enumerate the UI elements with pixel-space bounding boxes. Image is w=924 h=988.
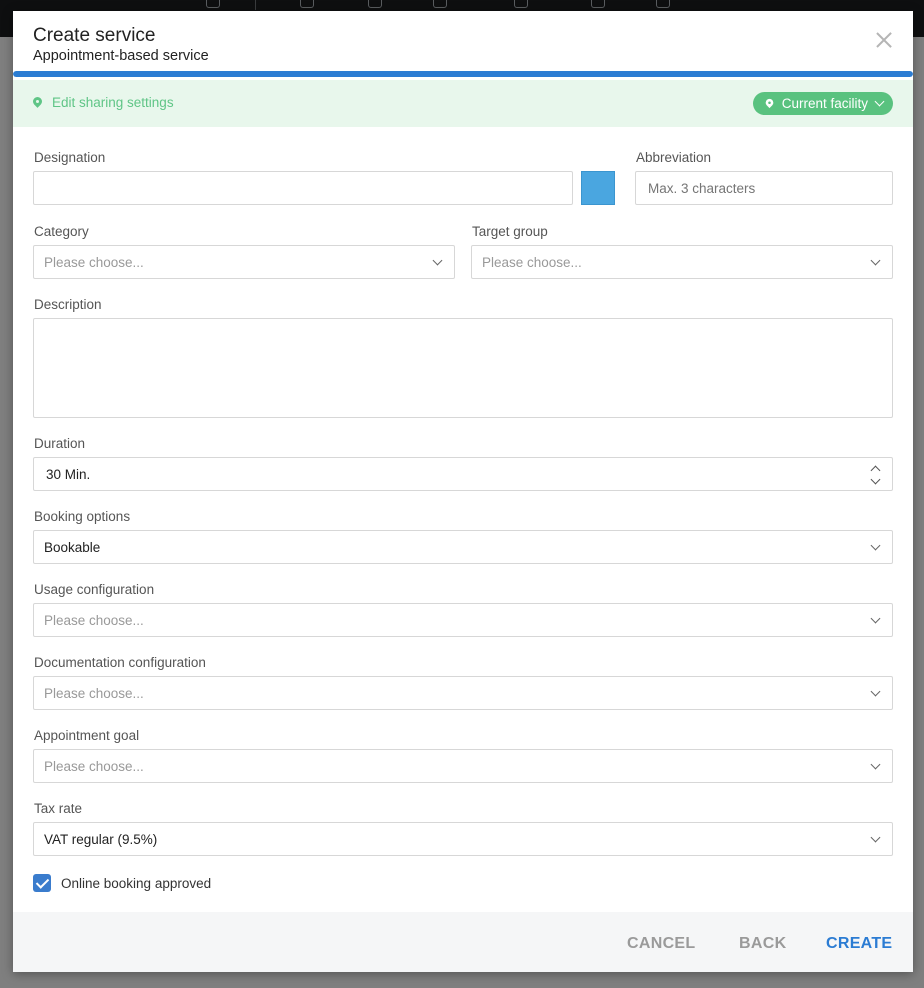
description-textarea[interactable] (33, 318, 893, 418)
document-icon (368, 0, 382, 8)
back-button[interactable]: BACK (739, 935, 786, 953)
duration-spinner[interactable] (870, 462, 882, 488)
documentation-configuration-label: Documentation configuration (34, 655, 206, 670)
booking-options-label: Booking options (34, 509, 131, 524)
calendar-icon (514, 0, 528, 8)
chevron-down-icon (870, 613, 881, 624)
online-booking-row: Online booking approved (33, 874, 211, 892)
designation-input[interactable] (33, 171, 573, 205)
map-pin-icon (765, 98, 773, 108)
chevron-down-icon (870, 540, 881, 551)
chevron-down-icon[interactable] (870, 474, 881, 485)
dialog-header: Create service Appointment-based service (13, 11, 913, 71)
tax-rate-select[interactable]: VAT regular (9.5%) (33, 822, 893, 856)
facility-label: Current facility (781, 96, 868, 111)
usage-configuration-value: Please choose... (44, 612, 144, 628)
chevron-down-icon (870, 255, 881, 266)
appointment-goal-label: Appointment goal (34, 728, 140, 743)
color-picker-swatch[interactable] (581, 171, 615, 205)
chevron-down-icon (870, 686, 881, 697)
sharing-bar: Edit sharing settings Current facility (13, 80, 913, 127)
description-label: Description (34, 297, 102, 312)
facility-dropdown[interactable]: Current facility (752, 92, 893, 115)
bookmark-icon (206, 0, 220, 8)
documentation-configuration-value: Please choose... (44, 685, 144, 701)
category-select-value: Please choose... (44, 254, 144, 270)
category-select[interactable]: Please choose... (33, 245, 455, 279)
chevron-down-icon (870, 832, 881, 843)
tax-rate-label: Tax rate (34, 801, 83, 816)
appointment-goal-value: Please choose... (44, 758, 144, 774)
settings-sliders-icon (656, 0, 670, 8)
dialog-subtitle: Appointment-based service (33, 48, 209, 64)
abbreviation-label: Abbreviation (636, 150, 712, 165)
usage-configuration-label: Usage configuration (34, 582, 155, 597)
dialog-footer: CANCEL BACK CREATE (13, 912, 913, 972)
toolbar-separator (255, 0, 256, 10)
chevron-down-icon (432, 255, 443, 266)
cancel-button[interactable]: CANCEL (627, 935, 695, 953)
target-group-select-value: Please choose... (482, 254, 582, 270)
contact-icon (433, 0, 447, 8)
chevron-down-icon (874, 96, 885, 107)
target-group-label: Target group (472, 224, 548, 239)
close-icon[interactable] (875, 31, 893, 49)
duration-value: 30 Min. (46, 466, 91, 482)
designation-label: Designation (34, 150, 106, 165)
online-booking-checkbox[interactable] (33, 874, 51, 892)
documentation-configuration-select[interactable]: Please choose... (33, 676, 893, 710)
clock-icon (591, 0, 605, 8)
wizard-progress-fill (13, 71, 913, 77)
tax-rate-value: VAT regular (9.5%) (44, 831, 158, 847)
edit-sharing-settings-label: Edit sharing settings (52, 95, 174, 110)
category-label: Category (34, 224, 89, 239)
dialog-title: Create service (33, 25, 156, 46)
duration-label: Duration (34, 436, 86, 451)
online-booking-label[interactable]: Online booking approved (61, 876, 211, 891)
abbreviation-input[interactable] (635, 171, 893, 205)
target-group-select[interactable]: Please choose... (471, 245, 893, 279)
grid-icon (300, 0, 314, 8)
booking-options-select[interactable]: Bookable (33, 530, 893, 564)
duration-stepper[interactable]: 30 Min. (33, 457, 893, 491)
map-pin-icon (33, 97, 42, 109)
chevron-down-icon (870, 759, 881, 770)
create-service-dialog: Create service Appointment-based service… (13, 11, 913, 972)
appointment-goal-select[interactable]: Please choose... (33, 749, 893, 783)
usage-configuration-select[interactable]: Please choose... (33, 603, 893, 637)
edit-sharing-settings-link[interactable]: Edit sharing settings (33, 95, 174, 110)
create-button[interactable]: CREATE (826, 935, 892, 953)
wizard-progress-bar (13, 71, 913, 77)
booking-options-value: Bookable (44, 539, 101, 555)
